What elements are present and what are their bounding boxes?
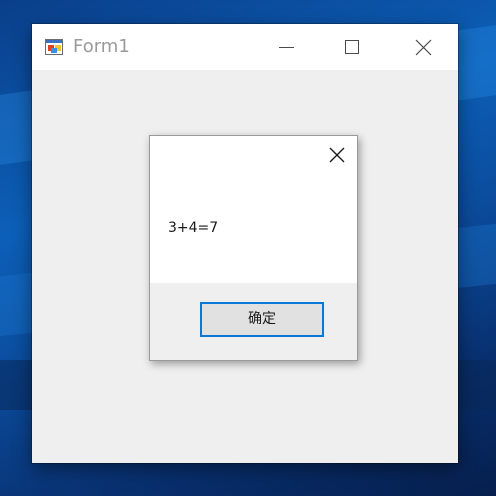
close-icon (329, 147, 345, 163)
window-title: Form1 (73, 36, 130, 57)
ok-button-label: 确定 (248, 311, 276, 327)
message-box-close-button[interactable] (314, 136, 356, 174)
minimize-button[interactable] (262, 24, 308, 70)
minimize-icon (279, 47, 294, 48)
maximize-icon (345, 40, 359, 54)
message-text: 3+4=7 (168, 220, 219, 236)
close-window-button[interactable] (400, 24, 446, 70)
message-box-content: 3+4=7 (150, 136, 357, 283)
ok-button[interactable]: 确定 (200, 302, 324, 337)
maximize-button[interactable] (329, 24, 375, 70)
window-titlebar[interactable]: Form1 (32, 24, 458, 70)
app-icon[interactable] (45, 37, 65, 57)
message-box: 3+4=7 确定 (149, 135, 358, 361)
close-icon (415, 39, 432, 56)
